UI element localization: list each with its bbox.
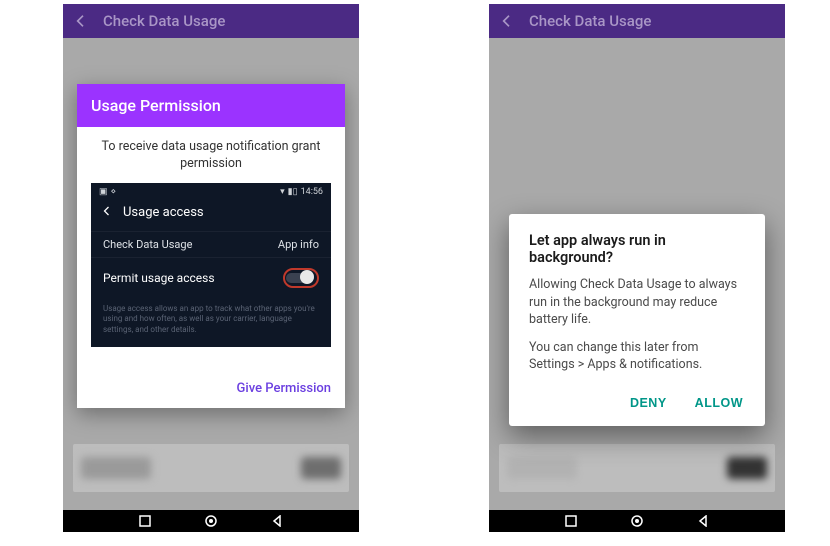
usage-permission-dialog: Usage Permission To receive data usage n… [77, 84, 345, 408]
preview-toggle-label: Permit usage access [103, 271, 215, 285]
nav-back-icon[interactable] [271, 515, 283, 527]
bluetooth-icon: ⋄ [111, 187, 117, 197]
background-permission-dialog: Let app always run in background? Allowi… [509, 214, 765, 426]
give-permission-button[interactable]: Give Permission [237, 381, 331, 396]
allow-button[interactable]: ALLOW [693, 390, 745, 416]
nav-home-icon[interactable] [204, 514, 218, 528]
background-list-row [73, 444, 349, 492]
back-arrow-icon[interactable] [73, 13, 89, 29]
preview-app-name: Check Data Usage [103, 238, 192, 251]
appbar-title: Check Data Usage [103, 12, 225, 30]
nav-home-icon[interactable] [630, 514, 644, 528]
nav-recent-icon[interactable] [139, 515, 151, 527]
content-scrim: Let app always run in background? Allowi… [489, 38, 785, 510]
appbar: Check Data Usage [63, 4, 359, 38]
preview-app-row: Check Data Usage App info [91, 231, 331, 257]
preview-screen-title: Usage access [123, 205, 204, 220]
screenshot-right: Check Data Usage Let app always run in b… [489, 4, 785, 532]
preview-help-text: Usage access allows an app to track what… [91, 298, 331, 337]
preview-toggle-highlight [283, 268, 319, 288]
appbar-title: Check Data Usage [529, 12, 651, 30]
preview-toggle-row: Permit usage access [91, 257, 331, 298]
status-time: 14:56 [301, 187, 323, 197]
screenshot-left: Check Data Usage Usage Permission To rec… [63, 4, 359, 532]
dialog-title: Let app always run in background? [529, 232, 745, 266]
nfc-icon: ▣ [99, 187, 108, 197]
android-navbar [489, 510, 785, 532]
preview-appbar: Usage access [91, 199, 331, 231]
dialog-body-1: Allowing Check Data Usage to always run … [529, 276, 745, 329]
wifi-icon: ▾ [280, 187, 285, 197]
dialog-message: To receive data usage notification grant… [77, 127, 345, 183]
android-navbar [63, 510, 359, 532]
nav-recent-icon[interactable] [565, 515, 577, 527]
appbar: Check Data Usage [489, 4, 785, 38]
back-arrow-icon[interactable] [499, 13, 515, 29]
preview-app-info-label: App info [278, 238, 319, 251]
nav-back-icon[interactable] [697, 515, 709, 527]
dialog-actions: DENY ALLOW [529, 384, 745, 416]
settings-preview: ▣ ⋄ ▾ ▮▯ 14:56 Usage access [91, 183, 331, 347]
background-list-row [499, 444, 775, 492]
dialog-body-2: You can change this later from Settings … [529, 339, 745, 374]
content-scrim: Usage Permission To receive data usage n… [63, 38, 359, 510]
battery-icon: ▮▯ [288, 187, 298, 197]
preview-toggle[interactable] [286, 273, 312, 283]
deny-button[interactable]: DENY [628, 390, 669, 416]
preview-statusbar: ▣ ⋄ ▾ ▮▯ 14:56 [91, 183, 331, 199]
dialog-header: Usage Permission [77, 84, 345, 127]
preview-back-arrow-icon [101, 205, 113, 221]
